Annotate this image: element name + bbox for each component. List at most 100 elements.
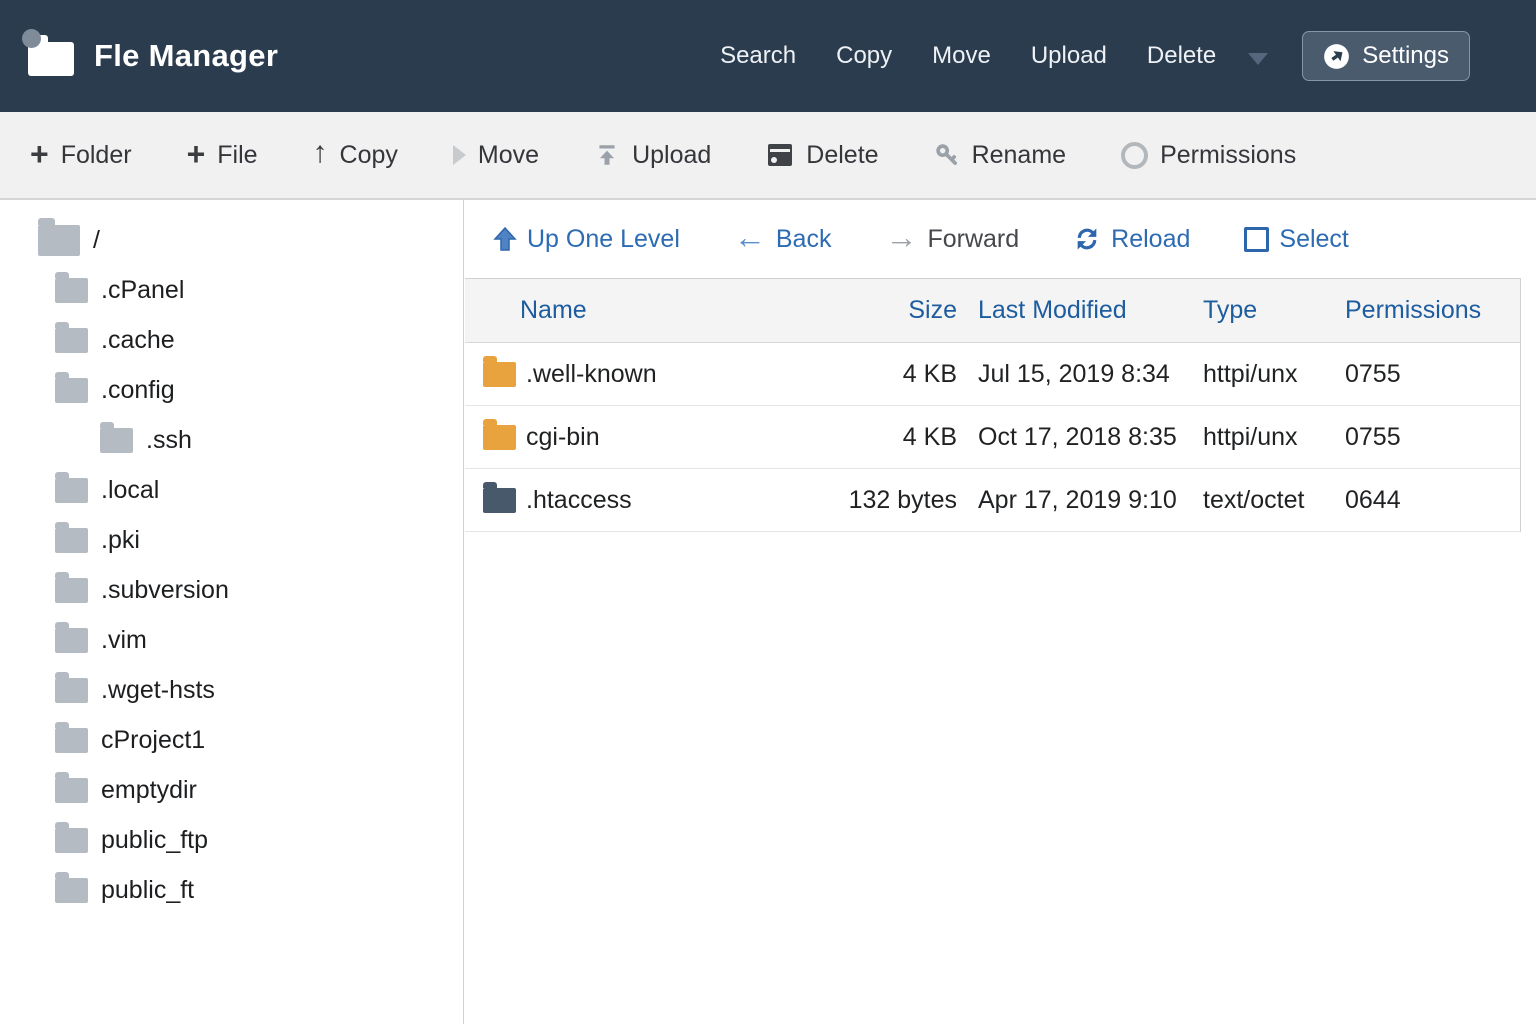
- folder-tree-sidebar: / .cPanel .cache .config .ssh: [0, 200, 464, 1024]
- menu-delete[interactable]: Delete: [1147, 42, 1216, 70]
- folder-icon: [38, 225, 80, 256]
- move-label: Move: [478, 141, 539, 170]
- table-row[interactable]: .well-known 4 KB Jul 15, 2019 8:34 httpi…: [465, 343, 1520, 406]
- select-button[interactable]: Select: [1244, 225, 1348, 254]
- back-label: Back: [776, 225, 832, 254]
- folder-orange-icon: [483, 362, 516, 387]
- folder-icon: [55, 328, 88, 353]
- sidebar-folder-item[interactable]: emptydir: [0, 765, 463, 815]
- item-type: httpi/unx: [1200, 360, 1340, 389]
- header-menu: Search Copy Move Upload Delete Settings: [720, 0, 1470, 112]
- sidebar-folder-item[interactable]: .local: [0, 465, 463, 515]
- menu-move[interactable]: Move: [932, 42, 991, 70]
- folder-icon: [55, 578, 88, 603]
- column-header-permissions[interactable]: Permissions: [1340, 296, 1521, 325]
- select-label: Select: [1279, 225, 1348, 254]
- sidebar-folder-item[interactable]: public_ftp: [0, 815, 463, 865]
- arrow-up-icon: [493, 226, 517, 252]
- triangle-right-icon: [453, 145, 466, 165]
- back-button[interactable]: ← Back: [734, 225, 832, 254]
- folder-icon: [55, 778, 88, 803]
- folder-icon: [100, 428, 133, 453]
- sidebar-folder-item[interactable]: .wget-hsts: [0, 665, 463, 715]
- new-file-label: File: [217, 141, 257, 170]
- sidebar-folder-item[interactable]: .cache: [0, 315, 463, 365]
- copy-button[interactable]: ↑ Copy: [313, 141, 398, 170]
- plus-icon: +: [187, 138, 206, 170]
- new-folder-label: Folder: [61, 141, 132, 170]
- item-size: 4 KB: [825, 360, 965, 389]
- item-name: .htaccess: [526, 486, 632, 515]
- toolbar: + Folder + File ↑ Copy Move Upload: [0, 112, 1536, 200]
- delete-button[interactable]: Delete: [766, 141, 878, 170]
- navigation-bar: Up One Level ← Back → Forward Reload Sel…: [465, 200, 1521, 279]
- new-file-button[interactable]: + File: [187, 141, 258, 170]
- table-row[interactable]: .htaccess 132 bytes Apr 17, 2019 9:10 te…: [465, 469, 1520, 532]
- permissions-button[interactable]: Permissions: [1121, 141, 1296, 170]
- folder-label: public_ft: [101, 876, 194, 905]
- app-header: Fle Manager Search Copy Move Upload Dele…: [0, 0, 1536, 112]
- settings-button[interactable]: Settings: [1302, 31, 1470, 81]
- sidebar-folder-item[interactable]: .vim: [0, 615, 463, 665]
- up-one-level-label: Up One Level: [527, 225, 680, 254]
- folder-icon: [55, 378, 88, 403]
- forward-label: Forward: [927, 225, 1019, 254]
- item-permissions: 0755: [1340, 360, 1521, 389]
- file-table: Name Size Last Modified Type Permissions…: [465, 279, 1521, 532]
- item-modified: Jul 15, 2019 8:34: [965, 360, 1200, 389]
- folder-orange-icon: [483, 425, 516, 450]
- table-header-row: Name Size Last Modified Type Permissions: [465, 279, 1520, 343]
- sidebar-folder-item[interactable]: cProject1: [0, 715, 463, 765]
- up-one-level-button[interactable]: Up One Level: [493, 225, 680, 254]
- menu-upload[interactable]: Upload: [1031, 42, 1107, 70]
- item-modified: Oct 17, 2018 8:35: [965, 423, 1200, 452]
- forward-button[interactable]: → Forward: [885, 225, 1019, 254]
- folder-label: cProject1: [101, 726, 205, 755]
- delete-label: Delete: [806, 141, 878, 170]
- column-header-size[interactable]: Size: [825, 296, 965, 325]
- sidebar-folder-item[interactable]: /: [0, 215, 463, 265]
- table-row[interactable]: cgi-bin 4 KB Oct 17, 2018 8:35 httpi/unx…: [465, 406, 1520, 469]
- item-permissions: 0755: [1340, 423, 1521, 452]
- settings-arrow-icon: [1323, 43, 1350, 70]
- folder-label: .config: [101, 376, 175, 405]
- folder-label: .wget-hsts: [101, 676, 215, 705]
- folder-icon: [55, 528, 88, 553]
- folder-icon: [55, 478, 88, 503]
- sidebar-folder-item[interactable]: .pki: [0, 515, 463, 565]
- key-icon: [934, 142, 960, 168]
- brand: Fle Manager: [28, 36, 278, 76]
- folder-icon: [55, 728, 88, 753]
- new-folder-button[interactable]: + Folder: [30, 141, 132, 170]
- folder-label: .vim: [101, 626, 147, 655]
- column-header-type[interactable]: Type: [1200, 296, 1340, 325]
- folder-label: .cache: [101, 326, 175, 355]
- copy-label: Copy: [340, 141, 398, 170]
- permissions-label: Permissions: [1160, 141, 1296, 170]
- item-type: httpi/unx: [1200, 423, 1340, 452]
- rename-button[interactable]: Rename: [934, 141, 1067, 170]
- sidebar-folder-item[interactable]: .cPanel: [0, 265, 463, 315]
- reload-label: Reload: [1111, 225, 1190, 254]
- folder-label: public_ftp: [101, 826, 208, 855]
- menu-search[interactable]: Search: [720, 42, 796, 70]
- folder-icon: [55, 878, 88, 903]
- sidebar-folder-item[interactable]: .config: [0, 365, 463, 415]
- folder-icon: [55, 278, 88, 303]
- folder-label: .pki: [101, 526, 140, 555]
- upload-button[interactable]: Upload: [594, 141, 711, 170]
- folder-label: .cPanel: [101, 276, 184, 305]
- column-header-name[interactable]: Name: [465, 296, 825, 325]
- move-button[interactable]: Move: [453, 141, 539, 170]
- arrow-left-icon: ←: [734, 221, 766, 253]
- file-manager-app: Fle Manager Search Copy Move Upload Dele…: [0, 0, 1536, 1024]
- menu-copy[interactable]: Copy: [836, 42, 892, 70]
- item-modified: Apr 17, 2019 9:10: [965, 486, 1200, 515]
- folder-icon: [55, 678, 88, 703]
- chevron-down-icon[interactable]: [1248, 53, 1268, 65]
- column-header-modified[interactable]: Last Modified: [965, 296, 1200, 325]
- reload-button[interactable]: Reload: [1073, 225, 1190, 254]
- sidebar-folder-item[interactable]: .subversion: [0, 565, 463, 615]
- sidebar-folder-item[interactable]: public_ft: [0, 865, 463, 915]
- sidebar-folder-item[interactable]: .ssh: [0, 415, 463, 465]
